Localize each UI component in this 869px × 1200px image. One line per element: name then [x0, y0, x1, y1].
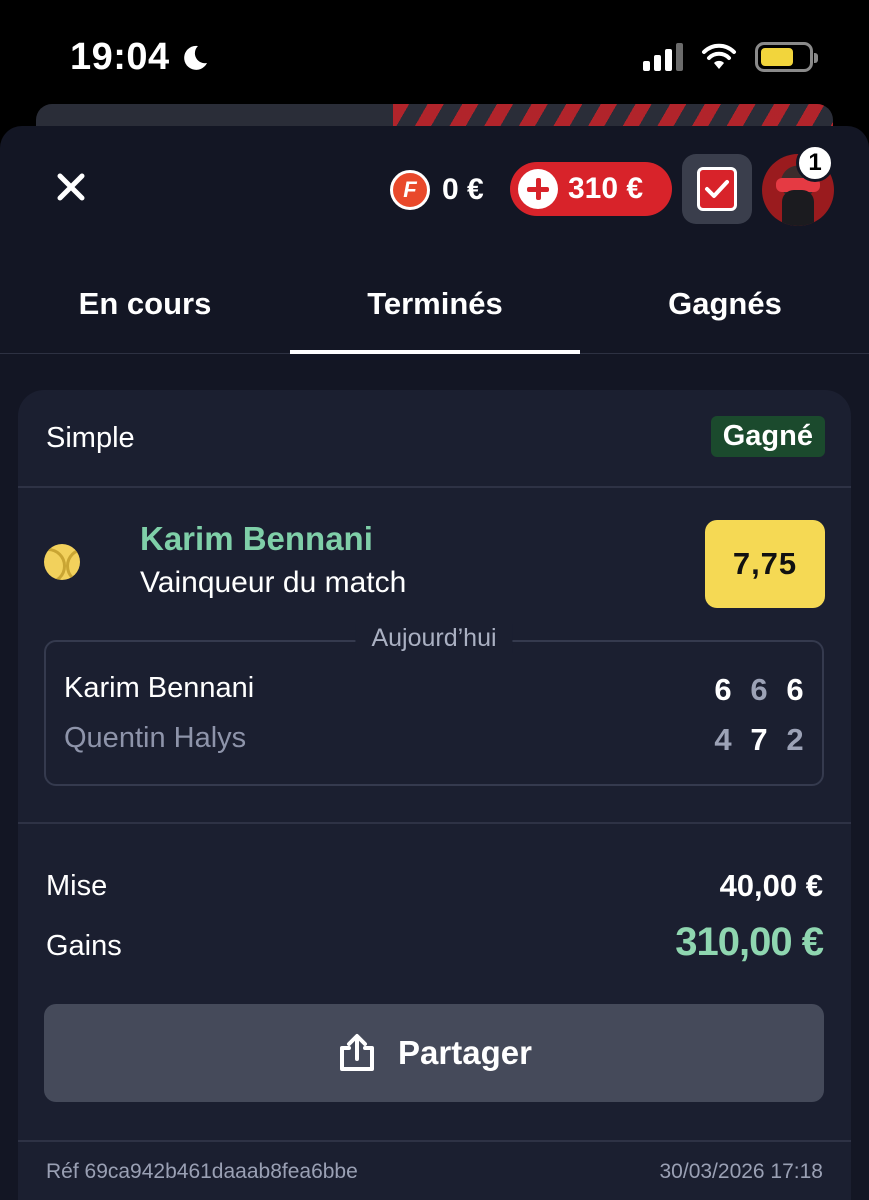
share-icon	[340, 1034, 375, 1071]
freebet-balance[interactable]: F 0 €	[390, 170, 484, 210]
set-score: 2	[786, 722, 804, 757]
freebet-amount: 0 €	[442, 173, 484, 206]
gains-value: 310,00 €	[675, 920, 824, 964]
plus-icon	[518, 169, 558, 209]
bet-datetime: 30/03/2026 17:18	[659, 1160, 824, 1183]
bet-selection: Karim Bennani Vainqueur du match 7,75 Au…	[18, 488, 851, 824]
bet-detail-sheet: F 0 € 310 € 1 En cours Terminés Gagnés S	[0, 126, 869, 1200]
cellular-signal-icon	[643, 43, 683, 71]
close-icon	[57, 173, 85, 201]
selection-market: Vainqueur du match	[140, 566, 407, 599]
set-score: 6	[714, 672, 732, 707]
stake-value: 40,00 €	[719, 868, 823, 903]
top-bar: F 0 € 310 € 1	[0, 126, 869, 256]
bet-card: Simple Gagné Karim Bennani Vainqueur du …	[18, 390, 851, 1200]
tab-en-cours[interactable]: En cours	[0, 286, 290, 322]
set-score: 6	[786, 672, 804, 707]
moon-icon	[183, 45, 207, 70]
bet-card-header: Simple Gagné	[18, 390, 851, 488]
set-score: 4	[714, 722, 732, 757]
share-label: Partager	[398, 1034, 532, 1071]
bet-summary: Mise 40,00 € Gains 310,00 € Partager	[18, 826, 851, 1142]
bet-type: Simple	[46, 422, 135, 454]
clock-text: 19:04	[70, 36, 170, 78]
close-button[interactable]	[48, 164, 94, 210]
tab-gagnes[interactable]: Gagnés	[580, 286, 869, 322]
status-indicators	[643, 42, 818, 72]
bet-tabs: En cours Terminés Gagnés	[0, 276, 869, 354]
bet-footer: Réf 69ca942b461daaab8fea6bbe 30/03/2026 …	[18, 1142, 851, 1200]
player-scores-loser: 4 7 2	[712, 722, 806, 758]
player-name-winner: Karim Bennani	[64, 672, 255, 704]
freebet-icon: F	[390, 170, 430, 210]
gains-label: Gains	[46, 930, 122, 962]
status-bar: 19:04	[0, 0, 869, 110]
battery-icon	[755, 42, 818, 72]
status-badge: Gagné	[710, 416, 825, 457]
tennis-ball-icon	[44, 544, 80, 580]
match-scoreboard[interactable]: Aujourd’hui Karim Bennani 6 6 6 Quentin …	[44, 624, 824, 786]
tab-termines[interactable]: Terminés	[290, 286, 580, 322]
notification-badge: 1	[796, 144, 834, 182]
deposit-balance-button[interactable]: 310 €	[510, 162, 672, 216]
odds-badge: 7,75	[705, 520, 825, 608]
set-score: 6	[750, 672, 768, 707]
bet-reference: Réf 69ca942b461daaab8fea6bbe	[46, 1160, 358, 1183]
share-button[interactable]: Partager	[44, 1004, 824, 1102]
stake-label: Mise	[46, 870, 108, 902]
balance-amount: 310 €	[568, 172, 644, 205]
player-name-loser: Quentin Halys	[64, 722, 247, 754]
checkmark-icon	[697, 167, 737, 211]
set-score: 7	[750, 722, 768, 757]
my-bets-button[interactable]	[682, 154, 752, 224]
wifi-icon	[702, 43, 736, 69]
player-scores-winner: 6 6 6	[712, 672, 806, 708]
active-tab-indicator	[290, 350, 580, 354]
selection-name: Karim Bennani	[140, 520, 373, 557]
match-date-label: Aujourd’hui	[355, 624, 513, 653]
status-time: 19:04	[70, 36, 210, 79]
